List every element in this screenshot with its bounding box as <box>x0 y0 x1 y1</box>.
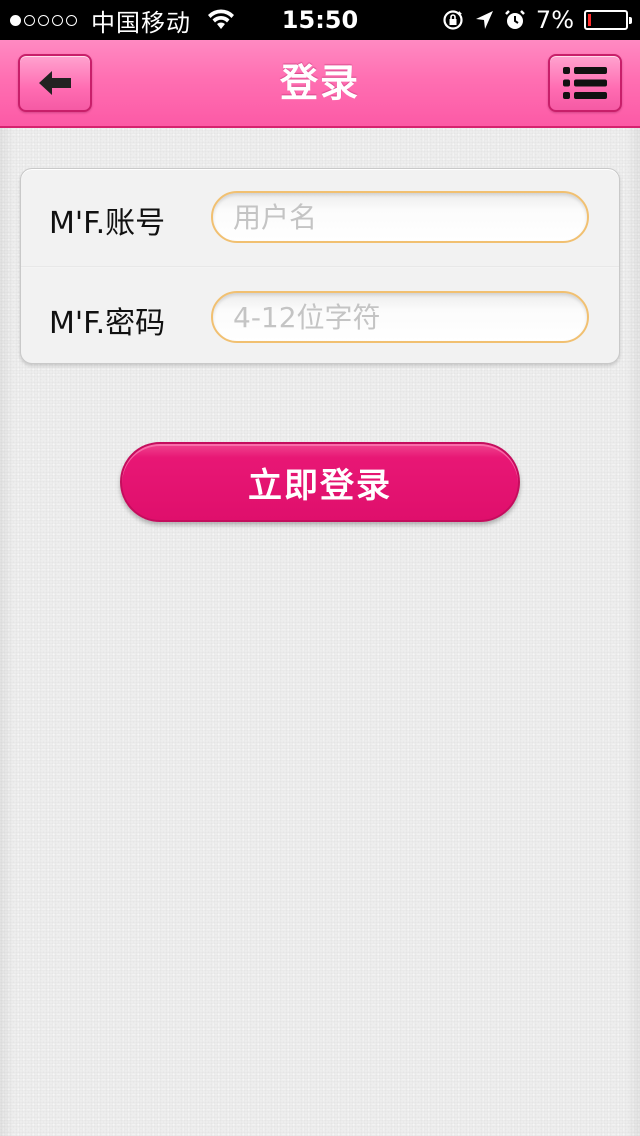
battery-icon <box>584 10 632 30</box>
status-bar: 中国移动 15:50 7% <box>0 0 640 40</box>
login-form-card: M'F.账号 M'F.密码 <box>20 168 620 364</box>
page-title: 登录 <box>279 61 360 105</box>
list-icon <box>563 67 607 99</box>
page-edge-left <box>0 128 14 1136</box>
password-label: M'F.密码 <box>49 306 166 341</box>
alarm-icon <box>505 10 525 29</box>
page-edge-right <box>626 128 640 1136</box>
status-bar-right: 7% <box>442 0 632 40</box>
account-label: M'F.账号 <box>49 206 166 241</box>
form-divider <box>21 266 619 268</box>
nav-header: 登录 <box>0 40 640 128</box>
menu-button[interactable] <box>548 54 622 112</box>
location-arrow-icon <box>475 11 493 29</box>
rotation-lock-icon <box>443 10 463 30</box>
battery-percent: 7% <box>535 6 574 34</box>
password-input[interactable] <box>211 291 589 343</box>
battery-level <box>588 14 591 26</box>
login-button[interactable]: 立即登录 <box>120 442 520 522</box>
account-input[interactable] <box>211 191 589 243</box>
